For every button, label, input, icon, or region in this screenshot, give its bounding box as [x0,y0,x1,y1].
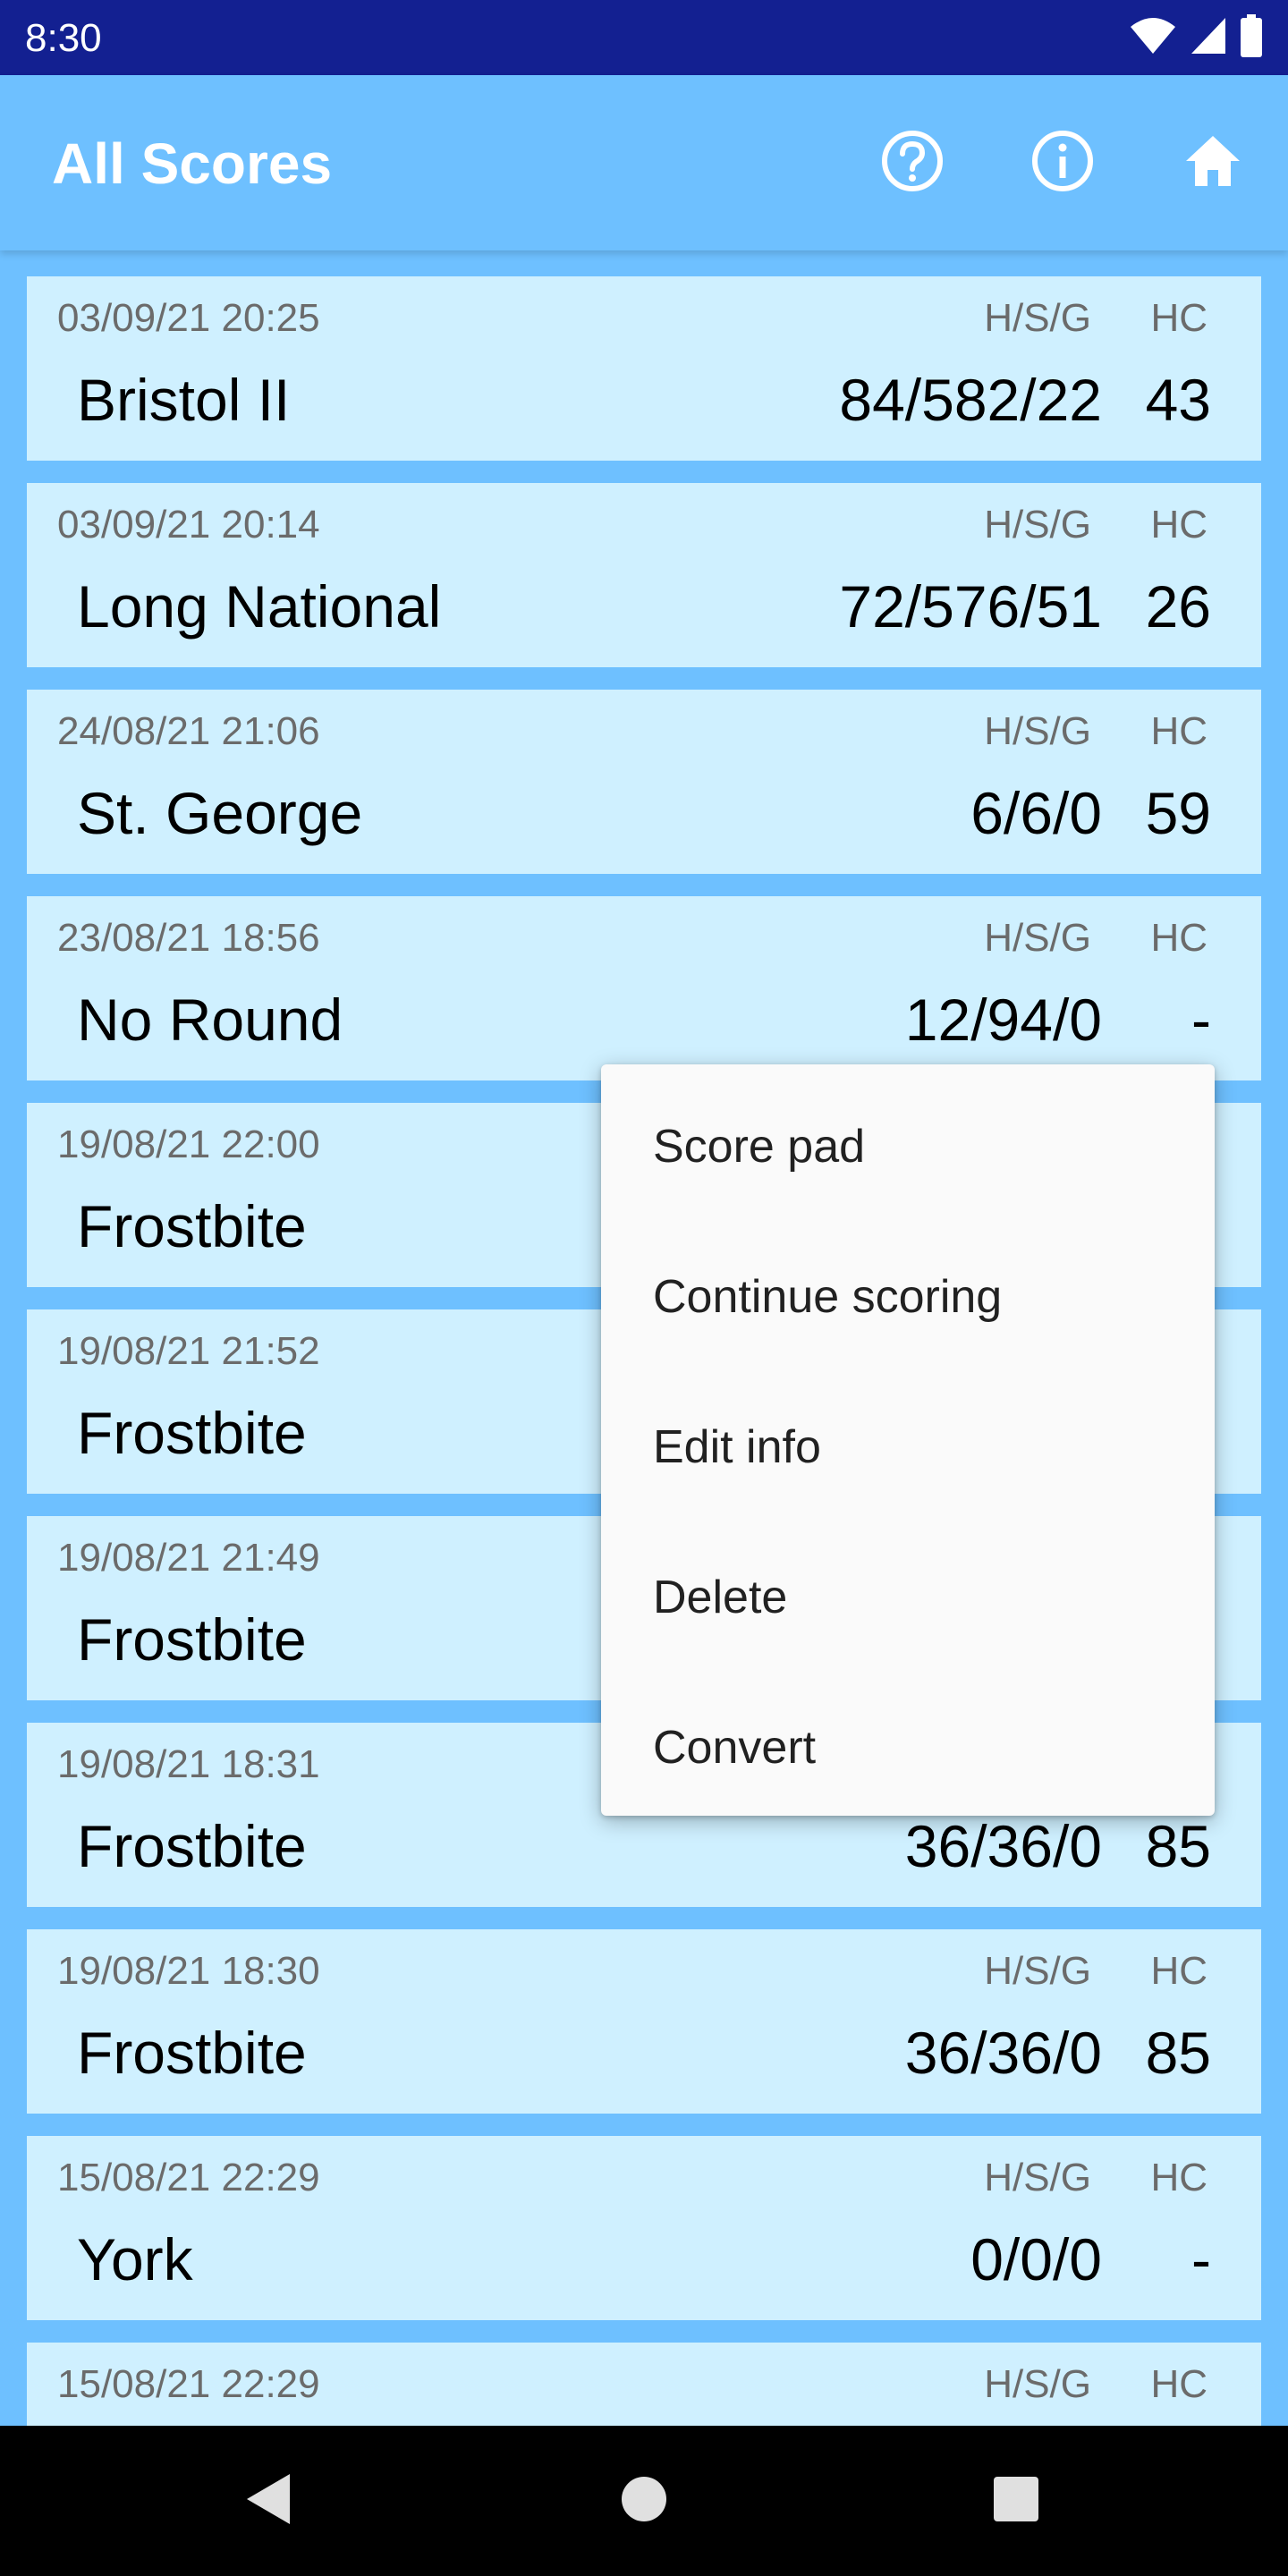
menu-item-delete[interactable]: Delete [601,1522,1215,1673]
round-name: York [77,2226,193,2292]
score-date: 19/08/21 22:00 [57,1123,320,1166]
menu-item-continue-scoring[interactable]: Continue scoring [601,1222,1215,1372]
hsg-label: H/S/G [984,2362,1091,2406]
recents-icon [991,2474,1041,2529]
round-name: Frostbite [77,1813,307,1879]
app-bar: All Scores [0,75,1288,250]
round-name: Frostbite [77,1400,307,1466]
home-nav-button[interactable] [608,2465,680,2537]
score-card[interactable]: 15/08/21 22:29 H/S/G HC [27,2343,1261,2426]
round-name: Bristol II [77,367,291,433]
round-name: Frostbite [77,1193,307,1259]
score-date: 15/08/21 22:29 [57,2362,320,2406]
hc-label: HC [1150,2156,1208,2199]
handicap-value: - [1191,987,1211,1053]
hc-label: HC [1150,2362,1208,2406]
score-card[interactable]: 15/08/21 22:29 H/S/G HC York 0/0/0 - [27,2136,1261,2320]
score-date: 15/08/21 22:29 [57,2156,320,2199]
battery-icon [1240,13,1263,62]
score-value: 72/576/51 [839,573,1102,640]
back-icon [242,2470,295,2532]
hc-label: HC [1150,503,1208,547]
score-value: 6/6/0 [970,780,1102,846]
hsg-label: H/S/G [984,503,1091,547]
hsg-label: H/S/G [984,296,1091,340]
round-name: Frostbite [77,1606,307,1673]
score-value: 0/0/0 [970,2226,1102,2292]
score-value: 36/36/0 [904,2020,1102,2086]
score-card[interactable]: 03/09/21 20:25 H/S/G HC Bristol II 84/58… [27,276,1261,461]
round-name: No Round [77,987,343,1053]
hsg-label: H/S/G [984,2156,1091,2199]
menu-item-convert[interactable]: Convert [601,1673,1215,1823]
status-time: 8:30 [25,16,102,60]
help-button[interactable] [880,129,945,198]
handicap-value: - [1191,2226,1211,2292]
score-date: 19/08/21 21:52 [57,1329,320,1373]
signal-icon [1190,16,1227,60]
home-circle-icon [619,2474,669,2529]
hc-label: HC [1150,916,1208,960]
hc-label: HC [1150,709,1208,753]
handicap-value: 43 [1145,367,1211,433]
status-icons [1129,13,1263,62]
handicap-value: 59 [1145,780,1211,846]
page-title: All Scores [52,131,333,196]
back-button[interactable] [233,2465,304,2537]
round-name: St. George [77,780,363,846]
menu-item-score-pad[interactable]: Score pad [601,1072,1215,1222]
navigation-bar [0,2426,1288,2576]
round-name: Frostbite [77,2020,307,2086]
score-value: 84/582/22 [839,367,1102,433]
help-icon [880,129,945,198]
score-date: 23/08/21 18:56 [57,916,320,960]
handicap-value: 85 [1145,2020,1211,2086]
menu-item-edit-info[interactable]: Edit info [601,1372,1215,1522]
handicap-value: 26 [1145,573,1211,640]
hc-label: HC [1150,1949,1208,1993]
hsg-label: H/S/G [984,1949,1091,1993]
hsg-label: H/S/G [984,916,1091,960]
score-card[interactable]: 03/09/21 20:14 H/S/G HC Long National 72… [27,483,1261,667]
round-name: Long National [77,573,442,640]
score-date: 19/08/21 18:30 [57,1949,320,1993]
hc-label: HC [1150,296,1208,340]
score-date: 19/08/21 21:49 [57,1536,320,1580]
score-date: 03/09/21 20:25 [57,296,320,340]
hsg-label: H/S/G [984,709,1091,753]
status-bar: 8:30 [0,0,1288,75]
score-date: 03/09/21 20:14 [57,503,320,547]
score-card[interactable]: 23/08/21 18:56 H/S/G HC No Round 12/94/0… [27,896,1261,1080]
info-icon [1030,129,1095,198]
home-icon [1181,129,1245,198]
score-card[interactable]: 19/08/21 18:30 H/S/G HC Frostbite 36/36/… [27,1929,1261,2114]
score-value: 12/94/0 [904,987,1102,1053]
context-menu: Score pad Continue scoring Edit info Del… [601,1064,1215,1816]
score-date: 19/08/21 18:31 [57,1742,320,1786]
score-card[interactable]: 24/08/21 21:06 H/S/G HC St. George 6/6/0… [27,690,1261,874]
score-date: 24/08/21 21:06 [57,709,320,753]
home-button[interactable] [1181,131,1245,195]
recents-button[interactable] [980,2465,1052,2537]
info-button[interactable] [1030,129,1095,198]
wifi-icon [1129,16,1177,60]
